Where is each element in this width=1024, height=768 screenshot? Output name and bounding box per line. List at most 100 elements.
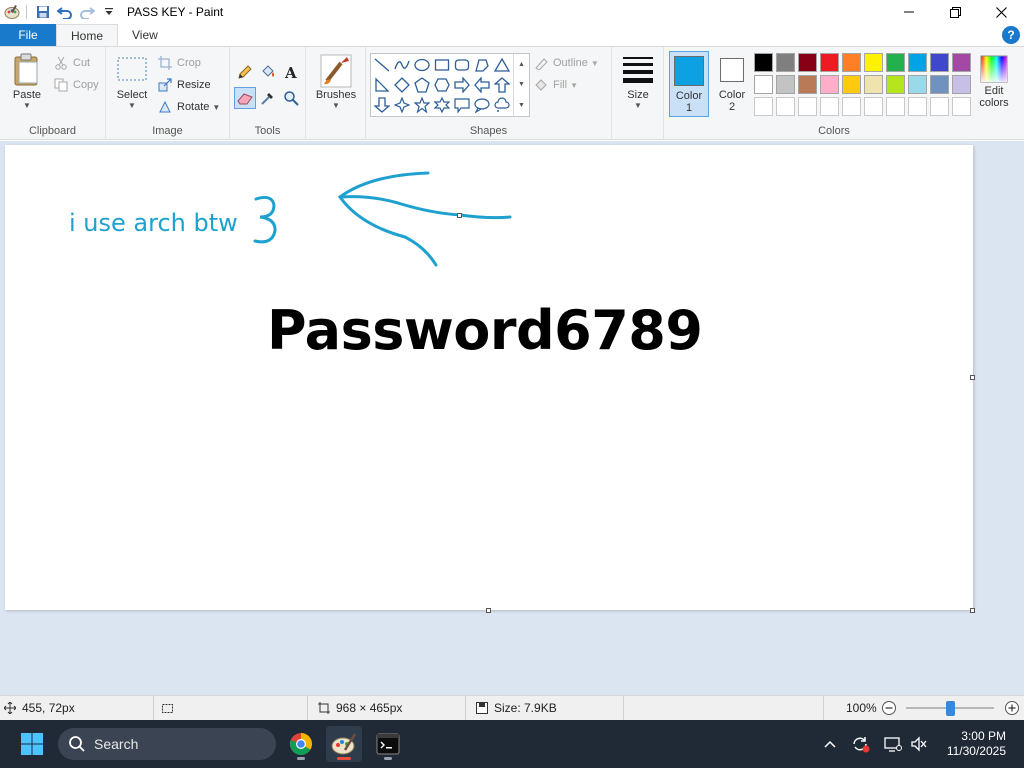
cut-button[interactable]: Cut bbox=[52, 53, 90, 73]
fill-bucket-icon[interactable] bbox=[257, 61, 279, 83]
speaker-muted-icon[interactable] bbox=[906, 720, 932, 768]
taskbar-chrome[interactable] bbox=[283, 726, 319, 762]
palette-swatch[interactable] bbox=[952, 53, 971, 72]
chevron-down-icon[interactable]: ▼ bbox=[518, 81, 525, 88]
text-tool-icon[interactable]: A bbox=[280, 61, 302, 83]
oval-shape-icon[interactable] bbox=[412, 55, 432, 75]
pentagon-shape-icon[interactable] bbox=[412, 75, 432, 95]
left-arrow-shape-icon[interactable] bbox=[472, 75, 492, 95]
maximize-button[interactable] bbox=[932, 0, 978, 24]
palette-swatch[interactable] bbox=[886, 53, 905, 72]
outline-button[interactable]: Outline ▼ bbox=[532, 53, 599, 73]
chevron-up-icon[interactable]: ▲ bbox=[518, 61, 525, 68]
diamond-shape-icon[interactable] bbox=[392, 75, 412, 95]
system-clock[interactable]: 3:00 PM 11/30/2025 bbox=[947, 729, 1006, 759]
custom-color-slot[interactable] bbox=[754, 97, 773, 116]
rect-callout-shape-icon[interactable] bbox=[452, 95, 472, 115]
palette-swatch[interactable] bbox=[864, 75, 883, 94]
taskbar-search[interactable]: Search bbox=[58, 728, 276, 760]
undo-icon[interactable] bbox=[55, 2, 75, 22]
oval-callout-shape-icon[interactable] bbox=[472, 95, 492, 115]
selection-handle[interactable] bbox=[457, 213, 462, 218]
color-picker-icon[interactable] bbox=[257, 87, 279, 109]
palette-swatch[interactable] bbox=[820, 75, 839, 94]
close-button[interactable] bbox=[978, 0, 1024, 24]
polygon-shape-icon[interactable] bbox=[472, 55, 492, 75]
palette-swatch[interactable] bbox=[842, 53, 861, 72]
custom-color-slot[interactable] bbox=[776, 97, 795, 116]
zoom-slider-thumb[interactable] bbox=[946, 701, 955, 716]
zoom-in-icon[interactable] bbox=[1004, 700, 1020, 719]
triangle-shape-icon[interactable] bbox=[492, 55, 512, 75]
fill-button[interactable]: Fill ▼ bbox=[532, 75, 578, 95]
palette-swatch[interactable] bbox=[930, 53, 949, 72]
palette-swatch[interactable] bbox=[930, 75, 949, 94]
palette-swatch[interactable] bbox=[754, 75, 773, 94]
color1-button[interactable]: Color 1 bbox=[669, 51, 709, 117]
six-point-star-shape-icon[interactable] bbox=[432, 95, 452, 115]
canvas-resize-handle-bottom[interactable] bbox=[486, 608, 491, 613]
custom-color-slot[interactable] bbox=[842, 97, 861, 116]
size-button[interactable]: Size ▼ bbox=[618, 55, 658, 110]
custom-color-slot[interactable] bbox=[952, 97, 971, 116]
palette-swatch[interactable] bbox=[798, 53, 817, 72]
palette-swatch[interactable] bbox=[842, 75, 861, 94]
palette-swatch[interactable] bbox=[776, 53, 795, 72]
sync-icon[interactable] bbox=[848, 720, 874, 768]
custom-color-slot[interactable] bbox=[798, 97, 817, 116]
palette-swatch[interactable] bbox=[776, 75, 795, 94]
rectangle-shape-icon[interactable] bbox=[432, 55, 452, 75]
custom-color-slot[interactable] bbox=[864, 97, 883, 116]
magnifier-icon[interactable] bbox=[280, 87, 302, 109]
pencil-icon[interactable] bbox=[234, 61, 256, 83]
rounded-rectangle-shape-icon[interactable] bbox=[452, 55, 472, 75]
canvas-resize-handle-right[interactable] bbox=[970, 375, 975, 380]
line-shape-icon[interactable] bbox=[372, 55, 392, 75]
palette-swatch[interactable] bbox=[864, 53, 883, 72]
expand-gallery-icon[interactable]: ▼ bbox=[518, 102, 525, 109]
paint-app-icon[interactable] bbox=[2, 2, 22, 22]
custom-color-slot[interactable] bbox=[908, 97, 927, 116]
up-arrow-shape-icon[interactable] bbox=[492, 75, 512, 95]
select-button[interactable]: Select ▼ bbox=[114, 55, 150, 110]
edit-colors-button[interactable]: Edit colors bbox=[974, 55, 1014, 109]
network-icon[interactable] bbox=[880, 720, 906, 768]
tab-home[interactable]: Home bbox=[56, 24, 119, 46]
right-triangle-shape-icon[interactable] bbox=[372, 75, 392, 95]
four-point-star-shape-icon[interactable] bbox=[392, 95, 412, 115]
canvas-resize-handle-corner[interactable] bbox=[970, 608, 975, 613]
custom-color-slot[interactable] bbox=[886, 97, 905, 116]
curve-shape-icon[interactable] bbox=[392, 55, 412, 75]
palette-swatch[interactable] bbox=[798, 75, 817, 94]
tab-view[interactable]: View bbox=[118, 24, 172, 46]
redo-icon[interactable] bbox=[77, 2, 97, 22]
custom-color-slot[interactable] bbox=[820, 97, 839, 116]
rotate-button[interactable]: Rotate ▼ bbox=[156, 97, 220, 117]
custom-color-slot[interactable] bbox=[930, 97, 949, 116]
save-icon[interactable] bbox=[33, 2, 53, 22]
show-hidden-icons-chevron-up-icon[interactable] bbox=[818, 720, 842, 768]
palette-swatch[interactable] bbox=[754, 53, 773, 72]
customize-qat-chevron-down-icon[interactable] bbox=[99, 2, 119, 22]
taskbar-terminal[interactable] bbox=[370, 726, 406, 762]
five-point-star-shape-icon[interactable] bbox=[412, 95, 432, 115]
hexagon-shape-icon[interactable] bbox=[432, 75, 452, 95]
zoom-out-icon[interactable] bbox=[881, 700, 897, 719]
start-button[interactable] bbox=[14, 726, 50, 762]
tab-file[interactable]: File bbox=[0, 24, 56, 46]
palette-swatch[interactable] bbox=[886, 75, 905, 94]
palette-swatch[interactable] bbox=[952, 75, 971, 94]
paste-button[interactable]: Paste ▼ bbox=[8, 53, 46, 110]
brushes-button[interactable]: Brushes ▼ bbox=[312, 53, 360, 110]
minimize-button[interactable] bbox=[886, 0, 932, 24]
right-arrow-shape-icon[interactable] bbox=[452, 75, 472, 95]
down-arrow-shape-icon[interactable] bbox=[372, 95, 392, 115]
palette-swatch[interactable] bbox=[820, 53, 839, 72]
shapes-scrollbar[interactable]: ▲ ▼ ▼ bbox=[513, 54, 529, 116]
color2-button[interactable]: Color 2 bbox=[712, 55, 752, 113]
canvas-workspace[interactable]: i use arch btw Password6789 bbox=[0, 141, 1024, 695]
palette-swatch[interactable] bbox=[908, 53, 927, 72]
help-icon[interactable]: ? bbox=[1002, 26, 1020, 44]
crop-button[interactable]: Crop bbox=[156, 53, 201, 73]
copy-button[interactable]: Copy bbox=[52, 75, 99, 95]
